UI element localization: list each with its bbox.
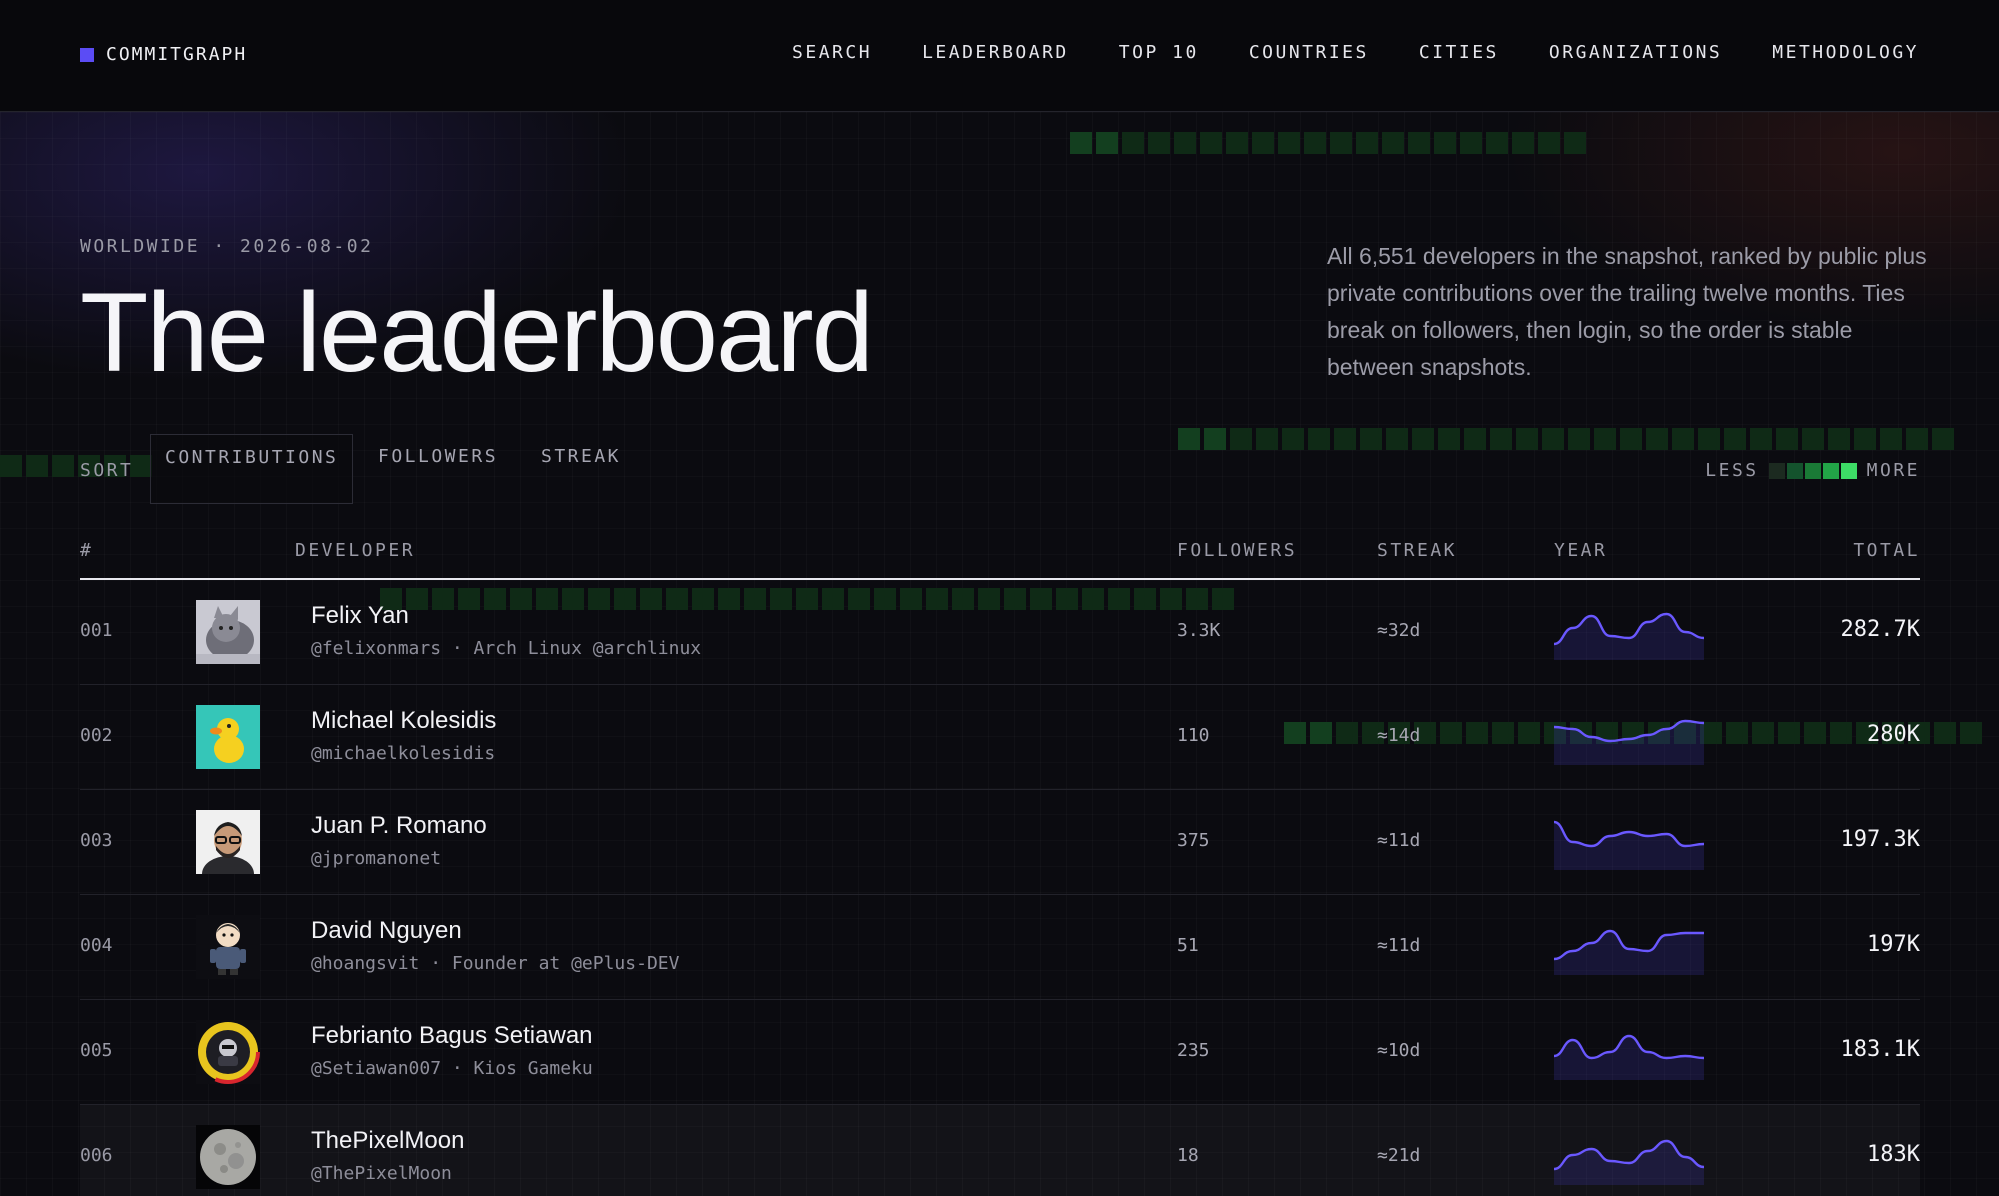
developer-handle: @hoangsvit · Founder at @ePlus-DEV (311, 953, 680, 974)
scope-date-eyebrow: WORLDWIDE · 2026-08-02 (80, 236, 374, 257)
row-rank: 003 (80, 830, 113, 851)
header-total[interactable]: TOTAL (1853, 540, 1920, 561)
row-rank: 002 (80, 725, 113, 746)
developer-handle: @Setiawan007 · Kios Gameku (311, 1058, 593, 1079)
table-row[interactable]: 003 Juan P. Romano @jpromanonet 375 ≈11d… (80, 790, 1920, 895)
followers-count: 18 (1177, 1145, 1199, 1166)
followers-count: 110 (1177, 725, 1210, 746)
header-streak[interactable]: STREAK (1377, 540, 1457, 561)
total-contributions: 197.3K (1840, 827, 1920, 852)
streak-value: ≈21d (1377, 1145, 1421, 1166)
streak-value: ≈32d (1377, 620, 1421, 641)
nav-methodology[interactable]: METHODOLOGY (1772, 42, 1919, 63)
header-followers[interactable]: FOLLOWERS (1177, 540, 1297, 561)
followers-count: 51 (1177, 935, 1199, 956)
table-row[interactable]: 002 Michael Kolesidis @michaelkolesidis … (80, 685, 1920, 790)
legend-swatch (1768, 462, 1785, 479)
intensity-legend: LESS MORE (1705, 460, 1920, 481)
developer-name[interactable]: David Nguyen (311, 917, 462, 945)
row-rank: 001 (80, 620, 113, 641)
duck-avatar[interactable] (196, 705, 260, 769)
nav-leaderboard[interactable]: LEADERBOARD (922, 42, 1069, 63)
sort-bar: SORT CONTRIBUTIONS FOLLOWERS STREAK LESS… (80, 434, 1920, 504)
sort-label: SORT (80, 460, 134, 481)
followers-count: 235 (1177, 1040, 1210, 1061)
badge-avatar[interactable] (196, 1020, 260, 1084)
legend-more-label: MORE (1866, 460, 1920, 481)
year-sparkline (1554, 919, 1704, 975)
nav-countries[interactable]: COUNTRIES (1249, 42, 1369, 63)
developer-name[interactable]: Juan P. Romano (311, 812, 487, 840)
character-avatar[interactable] (196, 915, 260, 979)
sort-tab-streak[interactable]: STREAK (527, 434, 635, 504)
legend-swatch (1786, 462, 1803, 479)
total-contributions: 280K (1867, 722, 1920, 747)
followers-count: 375 (1177, 830, 1210, 851)
page-description: All 6,551 developers in the snapshot, ra… (1327, 243, 1927, 380)
sparkline-fill (1554, 721, 1704, 765)
developer-name[interactable]: ThePixelMoon (311, 1127, 464, 1155)
year-sparkline (1554, 814, 1704, 870)
header-year: YEAR (1554, 540, 1608, 561)
table-row[interactable]: 006 ThePixelMoon @ThePixelMoon 18 ≈21d 1… (80, 1105, 1920, 1196)
nav-organizations[interactable]: ORGANIZATIONS (1549, 42, 1722, 63)
total-contributions: 183K (1867, 1142, 1920, 1167)
cat-avatar[interactable] (196, 600, 260, 664)
table-body: 001 Felix Yan @felixonmars · Arch Linux … (80, 580, 1920, 1196)
streak-value: ≈11d (1377, 935, 1421, 956)
legend-swatch (1840, 462, 1857, 479)
brand-square-icon (80, 47, 94, 62)
table-row[interactable]: 005 Febrianto Bagus Setiawan @Setiawan00… (80, 1000, 1920, 1105)
developer-name[interactable]: Felix Yan (311, 602, 409, 630)
nav-search[interactable]: SEARCH (792, 42, 872, 63)
nav-top-10[interactable]: TOP 10 (1119, 42, 1199, 63)
developer-handle: @ThePixelMoon (311, 1163, 452, 1184)
main-nav: SEARCH LEADERBOARD TOP 10 COUNTRIES CITI… (792, 42, 1919, 63)
row-rank: 006 (80, 1145, 113, 1166)
top-navigation: COMMITGRAPH SEARCH LEADERBOARD TOP 10 CO… (0, 0, 1999, 112)
year-sparkline (1554, 709, 1704, 765)
legend-swatch (1804, 462, 1821, 479)
portrait-avatar[interactable] (196, 810, 260, 874)
header-developer: DEVELOPER (295, 540, 416, 561)
row-rank: 004 (80, 935, 113, 956)
table-row[interactable]: 004 David Nguyen @hoangsvit · Founder at… (80, 895, 1920, 1000)
legend-less-label: LESS (1705, 460, 1759, 481)
developer-name[interactable]: Febrianto Bagus Setiawan (311, 1022, 593, 1050)
header-rank: # (80, 540, 94, 561)
developer-handle: @felixonmars · Arch Linux @archlinux (311, 638, 702, 659)
legend-color-scale (1768, 462, 1857, 479)
total-contributions: 197K (1867, 932, 1920, 957)
moon-avatar[interactable] (196, 1125, 260, 1189)
brand-name: COMMITGRAPH (106, 44, 248, 65)
page-title: The leaderboard (80, 270, 874, 395)
streak-value: ≈11d (1377, 830, 1421, 851)
developer-name[interactable]: Michael Kolesidis (311, 707, 496, 735)
total-contributions: 183.1K (1840, 1037, 1920, 1062)
followers-count: 3.3K (1177, 620, 1221, 641)
table-header: # DEVELOPER FOLLOWERS STREAK YEAR TOTAL (80, 520, 1920, 580)
developer-handle: @michaelkolesidis (311, 743, 496, 764)
brand-logo[interactable]: COMMITGRAPH (80, 44, 247, 65)
developer-handle: @jpromanonet (311, 848, 442, 869)
year-sparkline (1554, 604, 1704, 660)
total-contributions: 282.7K (1840, 617, 1920, 642)
year-sparkline (1554, 1129, 1704, 1185)
sparkline-fill (1554, 931, 1704, 975)
leaderboard-table: # DEVELOPER FOLLOWERS STREAK YEAR TOTAL … (80, 520, 1920, 1196)
decorative-cells (1070, 132, 1586, 154)
year-sparkline (1554, 1024, 1704, 1080)
streak-value: ≈10d (1377, 1040, 1421, 1061)
streak-value: ≈14d (1377, 725, 1421, 746)
table-row[interactable]: 001 Felix Yan @felixonmars · Arch Linux … (80, 580, 1920, 685)
sort-tab-followers[interactable]: FOLLOWERS (364, 434, 512, 504)
row-rank: 005 (80, 1040, 113, 1061)
nav-cities[interactable]: CITIES (1419, 42, 1499, 63)
legend-swatch (1822, 462, 1839, 479)
sort-tab-contributions[interactable]: CONTRIBUTIONS (150, 434, 354, 504)
